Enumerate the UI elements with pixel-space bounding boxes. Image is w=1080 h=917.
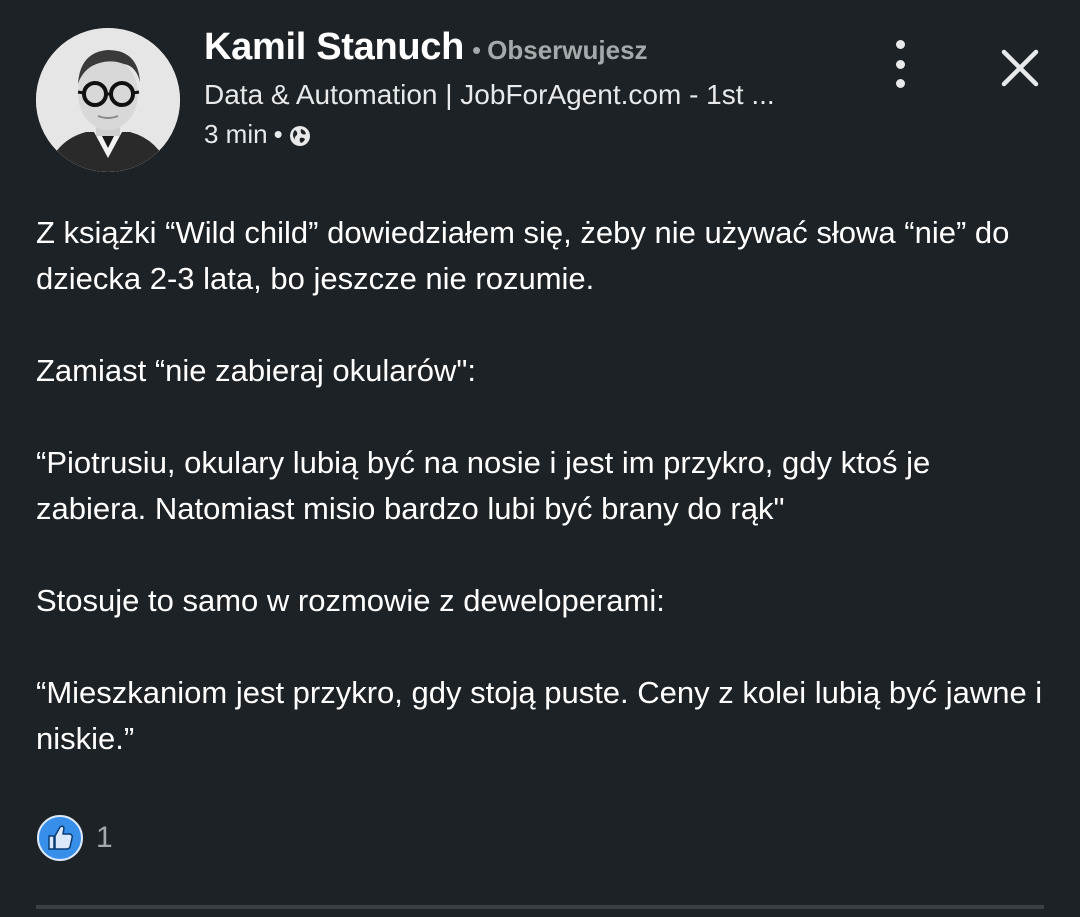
globe-icon: [289, 123, 311, 146]
post-paragraph: Stosuje to samo w rozmowie z deweloperam…: [36, 583, 665, 618]
post-detail: Kamil Stanuch • Obserwujesz Data & Autom…: [0, 0, 1080, 917]
close-button[interactable]: [996, 44, 1044, 92]
author-name-row: Kamil Stanuch • Obserwujesz: [204, 26, 844, 74]
post-paragraph: “Piotrusiu, okulary lubią być na nosie i…: [36, 445, 931, 526]
post-paragraph: “Mieszkaniom jest przykro, gdy stoją pus…: [36, 675, 1043, 756]
more-options-button[interactable]: [880, 40, 920, 88]
more-vertical-icon-dot: [895, 40, 905, 49]
close-icon: [1001, 49, 1039, 87]
author-info: Kamil Stanuch • Obserwujesz Data & Autom…: [204, 26, 844, 152]
post-paragraph: Zamiast “nie zabieraj okularów":: [36, 353, 477, 388]
post-paragraph: Z książki “Wild child” dowiedziałem się,…: [36, 215, 1010, 296]
avatar[interactable]: [36, 28, 180, 172]
author-name[interactable]: Kamil Stanuch: [204, 26, 464, 69]
separator-dot: •: [273, 118, 283, 149]
separator-dot: •: [472, 35, 482, 65]
post-body: Z książki “Wild child” dowiedziałem się,…: [36, 210, 1046, 808]
author-headline: Data & Automation | JobForAgent.com - 1s…: [204, 79, 775, 110]
reactions-summary[interactable]: 1: [36, 814, 113, 862]
divider: [36, 905, 1044, 909]
avatar-photo: [36, 28, 180, 172]
post-meta: 3 min •: [204, 116, 844, 152]
reaction-count: 1: [96, 821, 113, 854]
more-vertical-icon-dot: [895, 79, 905, 88]
like-icon: [37, 815, 83, 861]
more-vertical-icon-dot: [895, 59, 905, 69]
post-time: 3 min: [204, 118, 268, 149]
follow-status: Obserwujesz: [487, 35, 648, 65]
